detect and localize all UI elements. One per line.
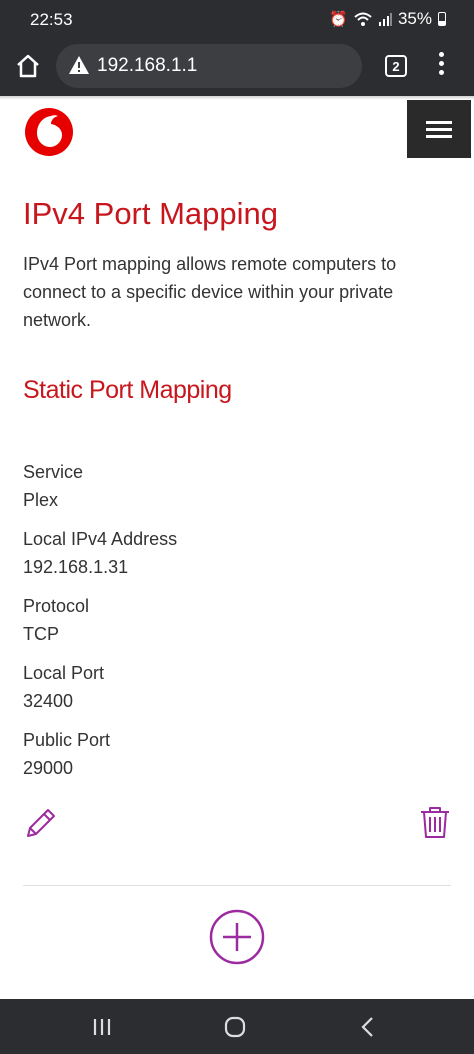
service-value: Plex: [23, 490, 59, 510]
trash-icon[interactable]: [418, 804, 452, 840]
home-nav-icon[interactable]: [222, 1014, 248, 1040]
local-port-label: Local Port: [23, 663, 105, 683]
address-label: Local IPv4 Address: [23, 529, 178, 549]
address-bar[interactable]: 192.168.1.1: [56, 44, 362, 88]
status-icons: ⏰ 35%: [329, 9, 446, 29]
tabs-icon[interactable]: 2: [385, 55, 407, 77]
public-port-label: Public Port: [23, 730, 111, 750]
battery-icon: [438, 12, 446, 26]
status-time: 22:53: [30, 10, 73, 29]
page-title: IPv4 Port Mapping: [23, 196, 279, 231]
page-intro: IPv4 Port mapping allows remote computer…: [23, 254, 397, 330]
plus-circle-icon[interactable]: [209, 909, 265, 965]
public-port-value: 29000: [23, 758, 74, 778]
vodafone-logo[interactable]: [24, 107, 74, 157]
hamburger-icon[interactable]: [407, 100, 471, 158]
protocol-label: Protocol: [23, 596, 90, 616]
browser-toolbar: 192.168.1.1 2: [0, 38, 474, 96]
page-shadow: [0, 96, 474, 100]
divider: [23, 885, 451, 886]
protocol-value: TCP: [23, 624, 59, 644]
warning-icon[interactable]: [68, 54, 90, 76]
wifi-icon: [354, 12, 372, 26]
back-icon[interactable]: [355, 1014, 381, 1040]
more-vert-icon[interactable]: [436, 52, 446, 80]
section-title: Static Port Mapping: [23, 376, 232, 404]
url-text[interactable]: 192.168.1.1: [97, 55, 197, 77]
recent-apps-icon[interactable]: [89, 1014, 115, 1040]
service-label: Service: [23, 462, 84, 482]
status-bar: 22:53 ⏰ 35%: [0, 0, 474, 38]
local-port-value: 32400: [23, 691, 74, 711]
pencil-icon[interactable]: [24, 806, 58, 840]
address-value: 192.168.1.31: [23, 557, 129, 577]
battery-percent: 35%: [397, 9, 432, 28]
alarm-icon: ⏰: [329, 11, 348, 28]
system-nav-bar: [0, 999, 474, 1054]
signal-icon: [378, 13, 392, 26]
home-icon[interactable]: [14, 52, 42, 80]
